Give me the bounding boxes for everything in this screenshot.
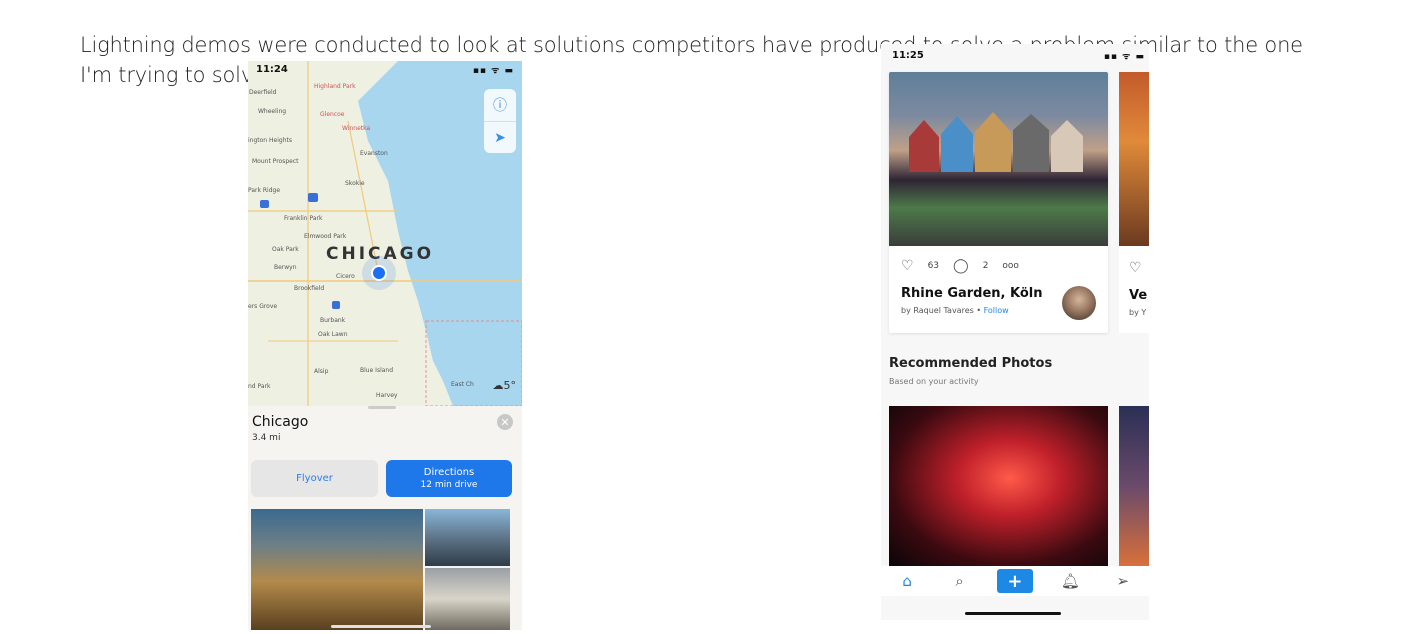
- photo-card-peek[interactable]: ♡ Ve by Y: [1119, 72, 1149, 333]
- avatar[interactable]: [1062, 286, 1096, 320]
- peek-title: Ve: [1129, 288, 1148, 303]
- map-controls: ⓘ ➤: [484, 89, 516, 153]
- map-label: Park Ridge: [248, 187, 281, 194]
- more-icon[interactable]: ooo: [1002, 261, 1019, 271]
- search-icon[interactable]: ⌕: [945, 569, 975, 593]
- map-label: Oak Lawn: [318, 331, 348, 338]
- comment-icon[interactable]: ◯: [953, 258, 969, 274]
- map-label: Winnetka: [342, 125, 371, 132]
- map-label: Deerfield: [249, 89, 277, 96]
- featured-photo[interactable]: [889, 72, 1108, 246]
- add-icon[interactable]: +: [996, 569, 1033, 593]
- place-sheet: Chicago 3.4 mi ✕ Flyover Directions 12 m…: [248, 406, 522, 630]
- current-location-dot: [371, 265, 387, 281]
- map-label: Brookfield: [294, 285, 325, 292]
- heart-icon[interactable]: ♡: [901, 258, 914, 274]
- status-time: 11:24: [256, 64, 288, 75]
- send-icon[interactable]: ➢: [1108, 569, 1138, 593]
- home-icon[interactable]: ⌂: [892, 569, 922, 593]
- author-text: by Raquel Tavares •: [901, 306, 982, 315]
- map-background: [248, 61, 522, 406]
- recommended-photo[interactable]: [889, 406, 1108, 566]
- map-label: ers Grove: [248, 303, 278, 310]
- map-label: Harvey: [376, 392, 398, 399]
- peek-photo: [1119, 72, 1149, 246]
- photo-title: Rhine Garden, Köln: [901, 286, 1043, 301]
- place-distance: 3.4 mi: [252, 433, 281, 443]
- location-arrow-icon[interactable]: ➤: [484, 122, 516, 154]
- directions-duration: 12 min drive: [420, 479, 478, 490]
- maps-screenshot: 11:24 ▪▪ ᯤ ▬ ⓘ ➤ Deerfield Highland Park…: [248, 61, 522, 630]
- photo-card[interactable]: ♡ 63 ◯ 2 ooo Rhine Garden, Köln by Raque…: [889, 72, 1108, 333]
- city-label: CHICAGO: [326, 244, 435, 264]
- section-subtitle: Based on your activity: [889, 377, 979, 386]
- status-icons: ▪▪ ᯤ ▬: [472, 66, 514, 76]
- map-label: Blue Island: [360, 367, 394, 374]
- directions-button[interactable]: Directions 12 min drive: [386, 460, 512, 497]
- map-label: Highland Park: [314, 83, 356, 90]
- map-label: Glencoe: [320, 111, 345, 118]
- houses-illustration: [909, 112, 1083, 172]
- place-photo[interactable]: [425, 568, 510, 630]
- map-label: Skokie: [345, 180, 365, 187]
- section-title: Recommended Photos: [889, 356, 1053, 371]
- photos-app-screenshot: 11:25 ▪▪ ᯤ ▬ ♡ 63 ◯ 2 ooo Rhine Garden, …: [881, 44, 1149, 620]
- heart-icon: ♡: [1129, 260, 1142, 276]
- map-label: Franklin Park: [284, 215, 323, 222]
- map-label: Evanston: [360, 150, 388, 157]
- sheet-handle[interactable]: [368, 406, 396, 409]
- recommended-photo-peek[interactable]: [1119, 406, 1149, 566]
- status-icons: ▪▪ ᯤ ▬: [1103, 52, 1145, 62]
- photo-actions: ♡ 63 ◯ 2 ooo: [901, 258, 1019, 274]
- place-photo[interactable]: [425, 509, 510, 566]
- directions-label: Directions: [423, 466, 475, 478]
- flyover-button[interactable]: Flyover: [251, 460, 378, 497]
- map-label: ington Heights: [248, 137, 292, 144]
- map-label: Wheeling: [258, 108, 287, 115]
- weather-badge: ☁5°: [493, 379, 517, 392]
- info-icon[interactable]: ⓘ: [484, 89, 516, 122]
- map-label: Alsip: [314, 368, 329, 375]
- place-name: Chicago: [252, 414, 309, 430]
- comment-count: 2: [982, 261, 989, 271]
- map-label: Mount Prospect: [252, 158, 299, 165]
- cloud-icon: ☁: [492, 379, 504, 392]
- bell-icon[interactable]: 🔔︎: [1055, 569, 1085, 593]
- status-bar: 11:24 ▪▪ ᯤ ▬: [248, 61, 522, 79]
- close-icon[interactable]: ✕: [497, 414, 513, 430]
- map-view[interactable]: 11:24 ▪▪ ᯤ ▬ ⓘ ➤ Deerfield Highland Park…: [248, 61, 522, 406]
- status-bar: 11:25 ▪▪ ᯤ ▬: [881, 44, 1149, 68]
- photo-byline: by Raquel Tavares • Follow: [901, 306, 1009, 315]
- tab-bar: ⌂ ⌕ + 🔔︎ ➢: [881, 566, 1149, 596]
- map-label: East Ch: [451, 381, 474, 388]
- map-label: Elmwood Park: [304, 233, 347, 240]
- map-label: Burbank: [320, 317, 346, 324]
- like-count: 63: [927, 261, 940, 271]
- place-photo[interactable]: [251, 509, 423, 630]
- map-label: Cicero: [336, 273, 355, 280]
- map-label: Oak Park: [272, 246, 299, 253]
- status-time: 11:25: [892, 50, 924, 61]
- home-indicator: [331, 625, 431, 628]
- home-indicator: [965, 612, 1061, 615]
- weather-temp: 5°: [503, 379, 517, 392]
- follow-link[interactable]: Follow: [984, 306, 1009, 315]
- map-label: nd Park: [248, 383, 271, 390]
- peek-byline: by Y: [1129, 308, 1147, 317]
- map-label: Berwyn: [274, 264, 297, 271]
